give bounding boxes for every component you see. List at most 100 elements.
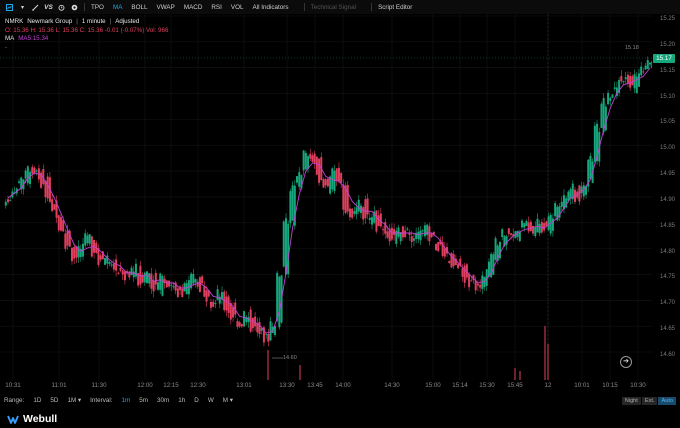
- interval-30m[interactable]: 30m: [157, 397, 169, 404]
- legend-adjusted[interactable]: Adjusted: [115, 18, 139, 27]
- toolbar-boll[interactable]: BOLL: [131, 4, 147, 11]
- candle-body: [468, 274, 471, 288]
- settings-icon[interactable]: [71, 4, 78, 11]
- candle-body: [351, 208, 354, 218]
- toolbar-ma[interactable]: MA: [113, 4, 122, 11]
- candle-body: [44, 180, 47, 198]
- toolbar-script-editor[interactable]: Script Editor: [378, 4, 412, 11]
- toolbar-vol[interactable]: VOL: [231, 4, 244, 11]
- candle-body: [221, 292, 223, 300]
- candle-body: [265, 333, 268, 335]
- candle-body: [399, 232, 402, 242]
- interval-m[interactable]: M ▾: [223, 397, 233, 404]
- drawing-icon[interactable]: [32, 4, 39, 11]
- candle-body: [437, 241, 440, 252]
- session-ext[interactable]: Ext.: [641, 397, 658, 405]
- legend-ohlc: O: 15.36 H: 15.36 L: 15.36 C: 15.36 -0.0…: [5, 26, 169, 34]
- candle-body: [463, 265, 466, 283]
- candle-body: [154, 272, 157, 285]
- candle-body: [348, 208, 351, 218]
- candle-body: [534, 227, 537, 237]
- candle-body: [492, 254, 495, 275]
- current-price-badge: 15.17: [653, 54, 675, 63]
- candle-body: [121, 270, 124, 275]
- candle-body: [600, 103, 603, 128]
- candle-body: [309, 153, 312, 159]
- candle-body: [435, 244, 437, 251]
- scroll-to-latest-button[interactable]: ➔: [620, 356, 632, 368]
- candle-body: [4, 201, 7, 206]
- candle-body: [430, 233, 433, 238]
- legend-ma-label[interactable]: MA: [5, 35, 14, 44]
- chart-legend: NMRK Newmark Group | 1 minute | Adjusted…: [5, 18, 168, 52]
- candle-body: [192, 273, 195, 284]
- time-axis[interactable]: 10:31 11:01 11:30 12:00 12:15 12:30 13:01 13:30…: [0, 382, 652, 392]
- range-1m[interactable]: 1M ▾: [67, 397, 81, 404]
- candle-body: [157, 282, 160, 290]
- range-1d[interactable]: 1D: [33, 397, 41, 404]
- candle-body: [368, 217, 371, 221]
- chart-type-icon[interactable]: [6, 3, 13, 11]
- price-tick-label: 14.60: [660, 352, 676, 358]
- time-tick-label: 13:45: [307, 382, 323, 389]
- candle-body: [419, 230, 422, 241]
- interval-5m[interactable]: 5m: [139, 397, 148, 404]
- legend-symbol: NMRK: [5, 18, 24, 25]
- interval-1m[interactable]: 1m: [122, 397, 131, 404]
- candle-body: [251, 317, 254, 329]
- toggle-icon[interactable]: ▾: [19, 4, 26, 11]
- candle-body: [536, 218, 539, 233]
- candle-body: [35, 170, 38, 172]
- candle-body: [582, 185, 585, 197]
- price-tick-label: 14.75: [660, 274, 676, 281]
- session-night[interactable]: Night: [621, 397, 641, 405]
- candle-body: [346, 184, 349, 212]
- toolbar-technical-signal[interactable]: Technical Signal: [311, 4, 357, 11]
- legend-company: Newmark Group: [27, 18, 73, 25]
- candle-body: [501, 229, 504, 238]
- interval-w[interactable]: W: [208, 397, 214, 404]
- candle-body: [172, 286, 175, 288]
- candle-body: [554, 203, 557, 217]
- candle-body: [423, 225, 426, 237]
- toolbar-vwap[interactable]: VWAP: [157, 4, 175, 11]
- candle-body: [322, 179, 325, 188]
- candle-body: [18, 181, 21, 183]
- price-chart[interactable]: [0, 14, 652, 380]
- candle-body: [371, 217, 374, 225]
- candle-body: [525, 220, 528, 227]
- candle-body: [278, 276, 281, 328]
- candle-body: [476, 283, 479, 286]
- candle-body: [258, 322, 261, 335]
- candle-body: [165, 280, 168, 288]
- candle-body: [115, 259, 118, 271]
- interval-1h[interactable]: 1h: [178, 397, 185, 404]
- candle-body: [46, 176, 49, 199]
- price-axis[interactable]: 15.25 15.20 15.15 15.10 15.05 15.00 14.95 14.90…: [652, 14, 680, 380]
- candle-body: [386, 231, 389, 238]
- price-tick-label: 14.80: [660, 248, 676, 255]
- candle-body: [88, 234, 91, 244]
- candle-body: [538, 223, 541, 234]
- candle-body: [311, 155, 314, 162]
- candle-body: [99, 255, 102, 260]
- price-tick-label: 15.05: [660, 119, 676, 126]
- interval-d[interactable]: D: [194, 397, 199, 404]
- toolbar-macd[interactable]: MACD: [184, 4, 203, 11]
- toolbar-all-indicators[interactable]: All Indicators: [252, 4, 288, 11]
- toolbar-rsi[interactable]: RSI: [211, 4, 222, 11]
- candle-body: [355, 207, 358, 215]
- session-auto[interactable]: Auto: [658, 397, 676, 405]
- candle-body: [104, 257, 107, 265]
- candle-body: [291, 185, 294, 221]
- legend-interval: 1 minute: [81, 18, 106, 25]
- compare-icon[interactable]: VS: [44, 4, 53, 11]
- candle-body: [646, 60, 649, 69]
- toolbar-tpo[interactable]: TPO: [91, 4, 104, 11]
- candle-body: [527, 222, 530, 232]
- range-5d[interactable]: 5D: [50, 397, 58, 404]
- candle-body: [523, 223, 526, 228]
- time-tick-label: 12:15: [163, 382, 179, 389]
- candle-body: [340, 172, 343, 183]
- alarm-icon[interactable]: [58, 4, 65, 11]
